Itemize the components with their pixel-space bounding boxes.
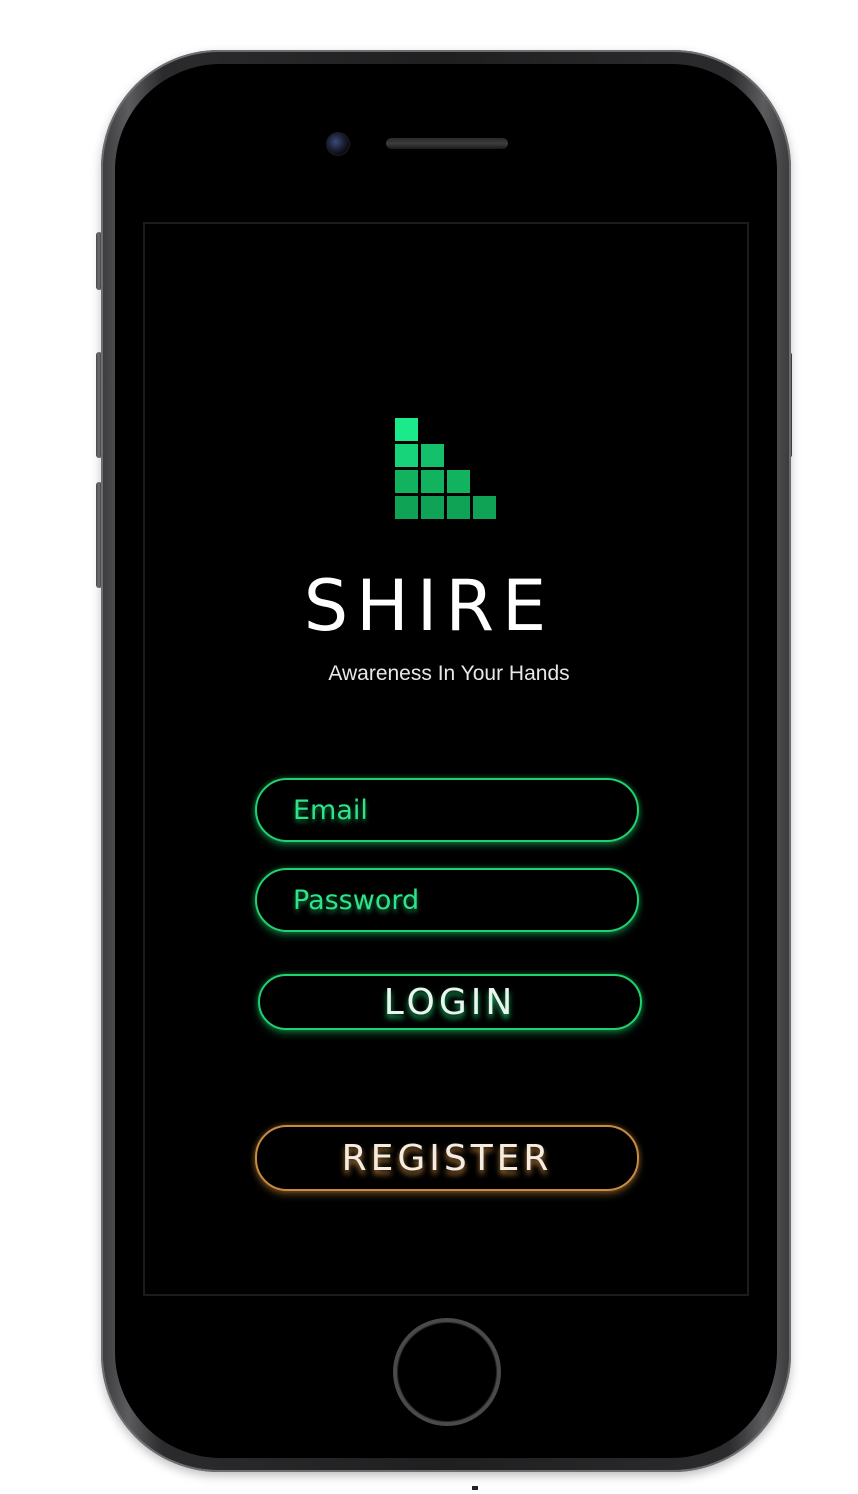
device-mockup: SHIRE Awareness In Your Hands Email Pass…: [0, 0, 858, 1494]
register-button-label: REGISTER: [341, 1137, 553, 1179]
login-button-label: LOGIN: [383, 981, 517, 1023]
logo-block: [395, 444, 418, 467]
login-button[interactable]: LOGIN: [258, 974, 642, 1030]
email-placeholder: Email: [293, 794, 368, 826]
app-title: SHIRE: [303, 565, 555, 647]
logo-block: [395, 496, 418, 519]
logo-block: [395, 418, 418, 441]
password-placeholder: Password: [293, 884, 420, 916]
logo-block: [447, 496, 470, 519]
logo-block: [421, 444, 444, 467]
app-tagline: Awareness In Your Hands: [328, 662, 570, 685]
bar-blocks-logo-icon: [395, 418, 499, 520]
home-button[interactable]: [393, 1318, 501, 1426]
password-field[interactable]: Password: [255, 868, 639, 932]
bottom-mark: [472, 1486, 478, 1490]
logo-block: [473, 496, 496, 519]
front-camera-icon: [326, 132, 350, 156]
earpiece-speaker: [386, 138, 508, 149]
logo-block: [447, 470, 470, 493]
logo-block: [395, 470, 418, 493]
logo-block: [421, 470, 444, 493]
email-field[interactable]: Email: [255, 778, 639, 842]
register-button[interactable]: REGISTER: [255, 1125, 639, 1191]
logo-block: [421, 496, 444, 519]
